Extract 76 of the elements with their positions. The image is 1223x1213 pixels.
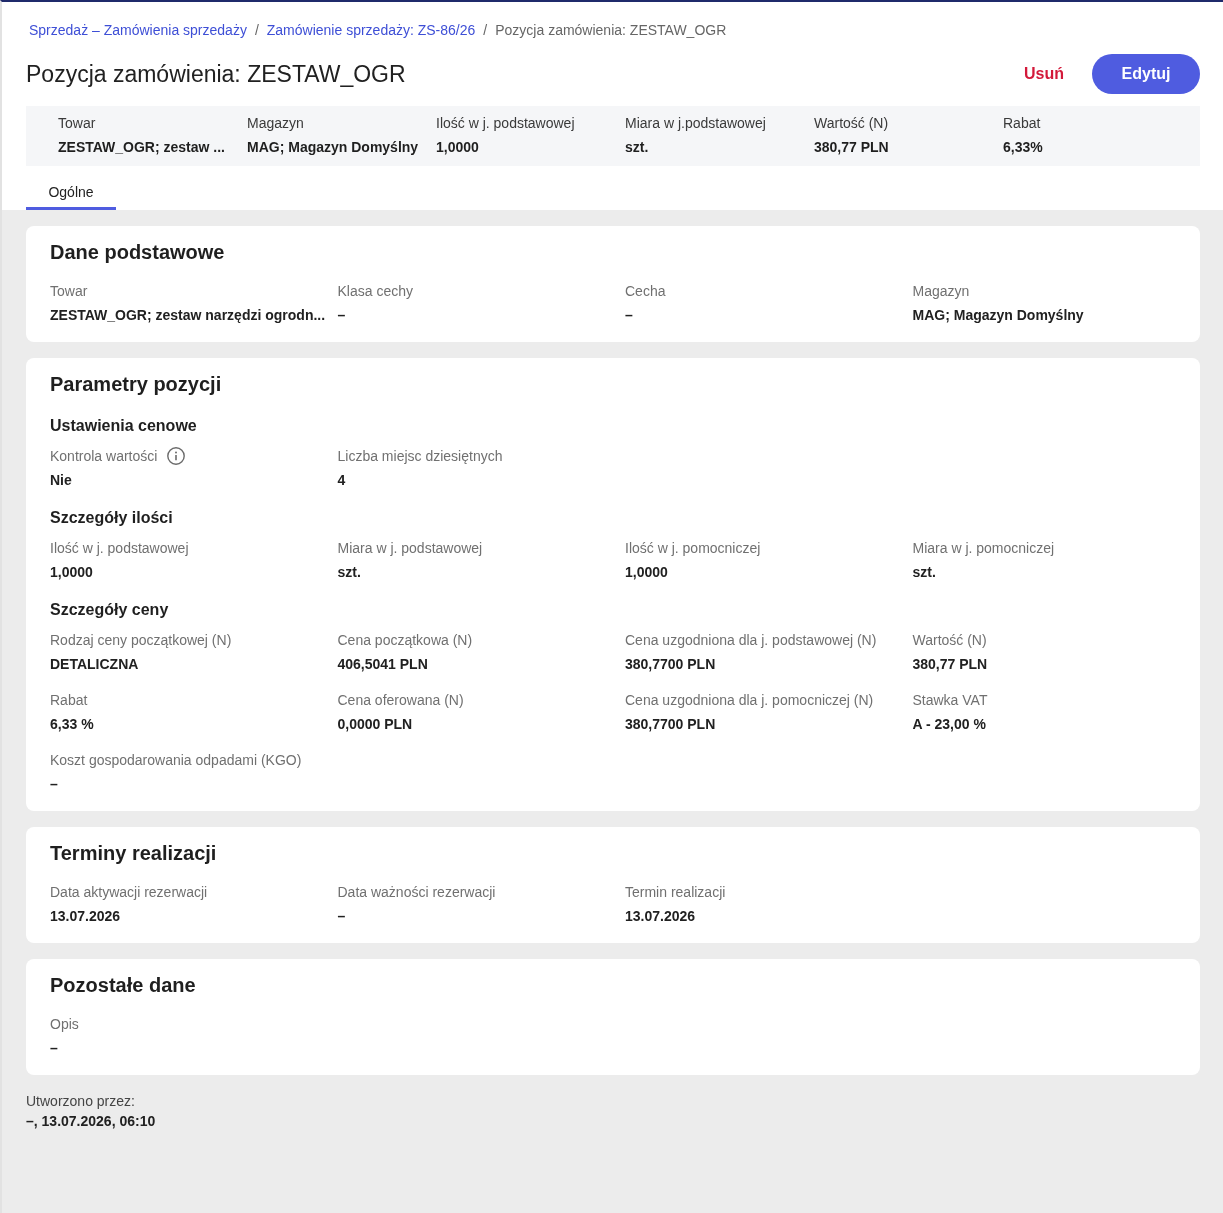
info-icon[interactable]	[167, 447, 186, 465]
field-label: Cena oferowana (N)	[337, 691, 464, 710]
field-label: Rabat	[50, 691, 88, 710]
summary-value: ZESTAW_OGR; zestaw ...	[58, 138, 226, 157]
field-label: Ilość w j. pomocniczej	[625, 539, 761, 558]
summary-value: MAG; Magazyn Domyślny	[247, 138, 420, 157]
field-value: 1,0000	[50, 563, 93, 582]
field-label: Wartość (N)	[912, 631, 987, 650]
breadcrumb-current: Pozycja zamówienia: ZESTAW_OGR	[495, 21, 727, 40]
field-label: Klasa cechy	[337, 282, 413, 301]
field-value: ZESTAW_OGR; zestaw narzędzi ogrodn...	[50, 306, 326, 325]
summary-label: Miara w j.podstawowej	[625, 114, 767, 133]
field-label: Kontrola wartości	[50, 447, 158, 466]
footer-label: Utworzono przez:	[26, 1092, 135, 1111]
field-label: Opis	[50, 1015, 79, 1034]
field-value: 6,33 %	[50, 715, 94, 734]
field-value: 380,7700 PLN	[625, 715, 716, 734]
breadcrumb-separator: /	[254, 21, 259, 40]
summary-value: 1,0000	[436, 138, 480, 157]
field-label: Cena początkowa (N)	[337, 631, 473, 650]
field-label: Towar	[50, 282, 88, 301]
field-value: MAG; Magazyn Domyślny	[912, 306, 1084, 325]
card-title: Dane podstawowe	[50, 240, 226, 265]
group-heading: Szczegóły ilości	[50, 508, 174, 528]
field-label: Data aktywacji rezerwacji	[50, 883, 208, 902]
field-value: Nie	[50, 471, 72, 490]
field-value: –	[337, 907, 346, 926]
summary-label: Magazyn	[247, 114, 305, 133]
summary-label: Ilość w j. podstawowej	[436, 114, 576, 133]
field-label: Magazyn	[912, 282, 970, 301]
delete-button[interactable]: Usuń	[1012, 57, 1076, 91]
field-label: Miara w j. pomocniczej	[912, 539, 1055, 558]
summary-label: Wartość (N)	[814, 114, 890, 133]
field-value: 380,7700 PLN	[625, 655, 716, 674]
field-value: –	[50, 775, 58, 794]
field-label: Cecha	[625, 282, 666, 301]
field-value: A - 23,00 %	[912, 715, 986, 734]
summary-label: Towar	[58, 114, 97, 133]
field-value: –	[337, 306, 346, 325]
field-value: 4	[337, 471, 346, 490]
field-label: Liczba miejsc dziesiętnych	[337, 447, 503, 466]
field-value: 1,0000	[625, 563, 668, 582]
breadcrumb-link[interactable]: Zamówienie sprzedaży: ZS-86/26	[266, 20, 476, 40]
field-value: –	[50, 1039, 58, 1058]
field-label: Rodzaj ceny początkowej (N)	[50, 631, 232, 650]
field-label: Stawka VAT	[912, 691, 988, 710]
card-title: Pozostałe dane	[50, 973, 197, 998]
field-value: szt.	[912, 563, 936, 582]
edit-button[interactable]: Edytuj	[1092, 54, 1200, 94]
page-title: Pozycja zamówienia: ZESTAW_OGR	[26, 60, 406, 89]
field-value: 0,0000 PLN	[337, 715, 413, 734]
field-label: Koszt gospodarowania odpadami (KGO)	[50, 751, 302, 770]
field-value: –	[625, 306, 633, 325]
field-label: Data ważności rezerwacji	[337, 883, 496, 902]
field-value: szt.	[337, 563, 361, 582]
card-title: Parametry pozycji	[50, 372, 223, 397]
breadcrumb-separator: /	[483, 21, 488, 40]
field-label: Miara w j. podstawowej	[337, 539, 483, 558]
field-label: Cena uzgodniona dla j. pomocniczej (N)	[625, 691, 874, 710]
field-value: 13.07.2026	[625, 907, 696, 926]
field-label: Ilość w j. podstawowej	[50, 539, 189, 558]
summary-value: szt.	[625, 138, 650, 157]
field-label: Cena uzgodniona dla j. podstawowej (N)	[625, 631, 877, 650]
field-value: 380,77 PLN	[912, 655, 988, 674]
card-title: Terminy realizacji	[50, 841, 218, 866]
field-value: 13.07.2026	[50, 907, 121, 926]
footer-value: –, 13.07.2026, 06:10	[26, 1112, 156, 1131]
summary-label: Rabat	[1003, 114, 1042, 133]
field-value: DETALICZNA	[50, 655, 139, 674]
field-value: 406,5041 PLN	[337, 655, 428, 674]
field-label: Termin realizacji	[625, 883, 726, 902]
group-heading: Ustawienia cenowe	[50, 416, 198, 436]
breadcrumb-link[interactable]: Sprzedaż – Zamówienia sprzedaży	[29, 20, 247, 40]
summary-value: 6,33%	[1003, 138, 1044, 157]
group-heading: Szczegóły ceny	[50, 600, 170, 620]
summary-value: 380,77 PLN	[814, 138, 890, 157]
